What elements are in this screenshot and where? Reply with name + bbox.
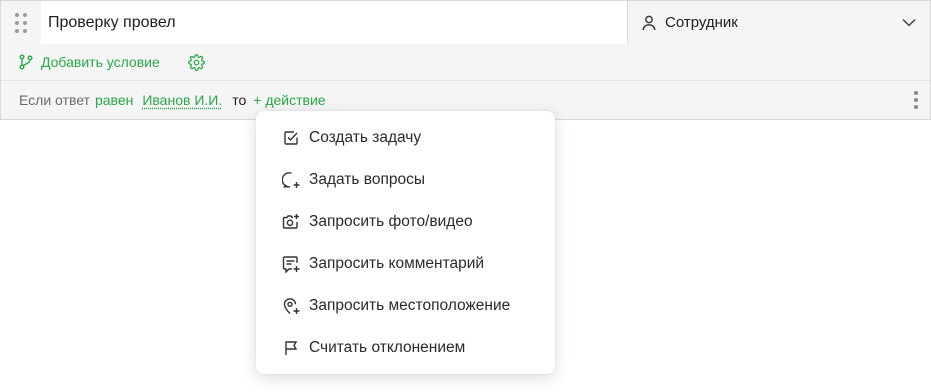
menu-item-mark-deviation[interactable]: Считать отклонением <box>256 327 555 369</box>
condition-operator[interactable]: равен <box>95 92 133 108</box>
action-menu: Создать задачу Задать вопросы Запросить … <box>256 111 555 374</box>
menu-item-label: Создать задачу <box>309 129 422 146</box>
menu-item-request-comment[interactable]: Запросить комментарий <box>256 243 555 285</box>
camera-plus-icon <box>282 213 300 231</box>
branch-icon <box>19 54 33 70</box>
add-condition-label: Добавить условие <box>41 54 160 70</box>
menu-item-ask-questions[interactable]: Задать вопросы <box>256 159 555 201</box>
menu-item-label: Запросить местоположение <box>309 297 511 314</box>
menu-item-label: Запросить фото/видео <box>309 213 473 230</box>
checkbox-icon <box>282 129 300 147</box>
answer-type-label: Сотрудник <box>665 14 738 31</box>
menu-item-request-location[interactable]: Запросить местоположение <box>256 285 555 327</box>
gear-icon <box>187 53 205 71</box>
condition-toolbar: Добавить условие <box>1 44 930 81</box>
drag-handle[interactable] <box>1 1 41 44</box>
answer-type-select[interactable]: Сотрудник <box>627 1 930 44</box>
more-options-icon[interactable] <box>914 91 918 109</box>
location-plus-icon <box>282 297 300 315</box>
menu-item-create-task[interactable]: Создать задачу <box>256 117 555 159</box>
condition-prefix: Если ответ <box>19 92 90 108</box>
menu-item-label: Запросить комментарий <box>309 255 485 272</box>
user-icon <box>642 15 656 31</box>
add-condition-button[interactable]: Добавить условие <box>19 54 160 70</box>
comment-plus-icon <box>282 255 300 273</box>
question-title-input[interactable]: Проверку провел <box>41 1 627 44</box>
add-action-button[interactable]: + действие <box>253 92 325 108</box>
condition-then: то <box>232 92 247 108</box>
menu-item-label: Задать вопросы <box>309 171 425 188</box>
menu-item-label: Считать отклонением <box>309 339 466 356</box>
chevron-down-icon <box>902 18 916 27</box>
condition-value[interactable]: Иванов И.И. <box>142 92 222 108</box>
settings-button[interactable] <box>187 53 205 71</box>
drag-handle-icon <box>15 12 27 33</box>
question-card: Проверку провел Сотрудник Добавить услов… <box>0 0 931 120</box>
menu-item-request-photo[interactable]: Запросить фото/видео <box>256 201 555 243</box>
question-header: Проверку провел Сотрудник <box>1 1 930 44</box>
chat-plus-icon <box>282 171 300 189</box>
flag-icon <box>282 339 300 357</box>
